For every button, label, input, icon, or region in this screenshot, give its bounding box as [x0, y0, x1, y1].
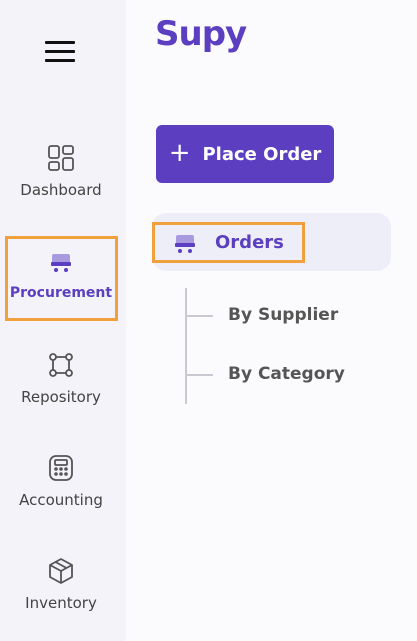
place-order-label: Place Order: [202, 143, 322, 165]
plus-icon: +: [168, 138, 191, 168]
nav-item-inventory[interactable]: Inventory: [0, 546, 122, 626]
submenu-by-supplier[interactable]: By Supplier: [228, 305, 338, 325]
place-order-button[interactable]: + Place Order: [156, 125, 334, 183]
calculator-icon: [46, 453, 76, 483]
tree-connector-tick: [187, 374, 213, 376]
tree-connector-tick: [187, 315, 213, 317]
repository-nodes-icon: [46, 350, 76, 380]
orders-highlight-box: [152, 222, 305, 263]
nav-label-accounting: Accounting: [19, 491, 103, 509]
hamburger-menu-icon[interactable]: [44, 39, 76, 63]
nav-item-accounting[interactable]: Accounting: [0, 443, 122, 523]
nav-label-repository: Repository: [21, 388, 101, 406]
nav-label-inventory: Inventory: [25, 594, 97, 612]
tree-connector-line: [185, 288, 187, 404]
procurement-highlight-box: [5, 236, 118, 321]
nav-item-repository[interactable]: Repository: [0, 340, 122, 420]
nav-label-dashboard: Dashboard: [20, 181, 102, 199]
submenu-by-category[interactable]: By Category: [228, 364, 345, 384]
dashboard-grid-icon: [46, 143, 76, 173]
side-rail: Dashboard Procurement Repository Account…: [0, 0, 126, 641]
box-icon: [46, 556, 76, 586]
nav-item-dashboard[interactable]: Dashboard: [0, 133, 122, 213]
supy-logo: Supy: [155, 14, 247, 54]
